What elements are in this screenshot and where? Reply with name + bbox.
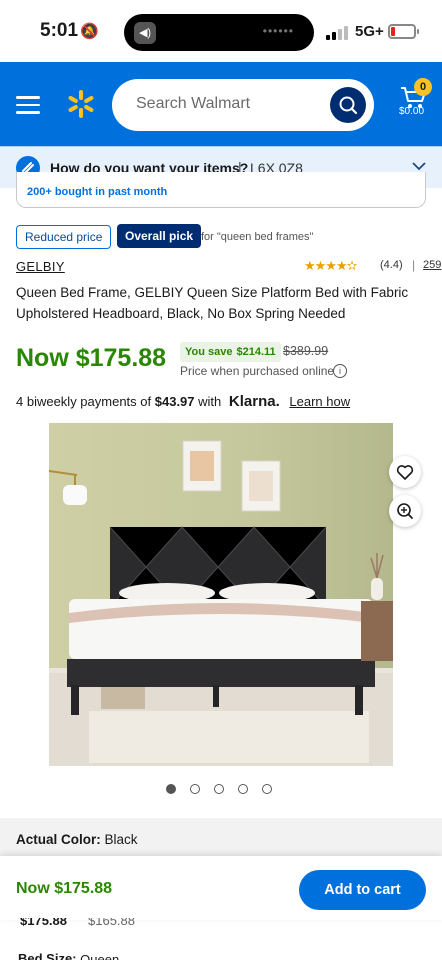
bed-size-value: Queen [80,952,120,960]
carousel-dot[interactable] [262,784,272,794]
price-note: Price when purchased online [180,364,335,378]
product-image[interactable] [49,423,393,766]
variant-price-peek: $175.88 $165.88 [20,918,440,932]
variant-price-b: $165.88 [88,918,135,928]
battery-icon [388,24,419,39]
zoom-in-icon [397,503,413,519]
klarna-with: with [198,394,222,409]
current-price: Now $175.88 [16,344,167,372]
add-to-cart-button[interactable]: Add to cart [299,870,426,910]
bottom-bar: Now $175.88 Add to cart [0,856,442,920]
walmart-spark-icon[interactable] [66,89,96,119]
search-placeholder: Search Walmart [136,95,251,112]
signal-icon [326,24,348,40]
speaker-icon: ◀) [134,22,156,44]
dynamic-island: ◀) •••••• [124,14,314,51]
variant-price-a: $175.88 [20,918,67,928]
product-title: Queen Bed Frame, GELBIY Queen Size Platf… [16,285,409,321]
info-icon[interactable]: i [333,364,347,378]
status-time: 5:01 [40,20,79,41]
klarna-prefix: 4 biweekly payments of [16,394,152,409]
chevron-down-icon[interactable] [412,161,426,171]
color-value: Black [104,832,138,847]
star-rating-icon: ★★★★✫ [304,258,358,273]
heart-icon [396,465,414,480]
carousel-dot[interactable] [214,784,224,794]
cart-button[interactable]: 0 $0.00 [394,78,434,120]
bed-size-peek: Bed Size: Queen [18,950,119,960]
reduced-price-badge: Reduced price [16,225,112,249]
color-label: Actual Color: [16,832,101,847]
status-bar: 5:01 🔕 ◀) •••••• 5G+ [0,0,442,62]
bought-text: 200+ bought in past month [27,186,168,198]
rating-value: (4.4) [380,259,403,271]
network-type: 5G+ [355,23,384,40]
search-button[interactable] [330,87,366,123]
klarna-financing: 4 biweekly payments of $43.97 with Klarn… [16,393,350,410]
carousel-dot[interactable] [190,784,200,794]
search-icon [339,96,358,115]
you-save-badge: You save $214.11 [180,342,281,362]
bottom-price: Now $175.88 [16,880,113,897]
carousel-dot[interactable] [166,784,176,794]
bought-in-past-month: 200+ bought in past month [16,172,426,208]
bell-muted-icon: 🔕 [80,23,99,40]
favorite-button[interactable] [389,456,421,488]
review-count-link[interactable]: 259 [423,259,441,271]
klarna-amount: $43.97 [154,394,195,409]
you-save-label: You save [185,346,233,358]
carousel-dot[interactable] [238,784,248,794]
learn-how-link[interactable]: Learn how [289,394,350,409]
you-save-amount: $214.11 [236,346,276,358]
rating-divider: | [412,258,416,272]
zoom-button[interactable] [389,495,421,527]
image-carousel-dots[interactable] [166,784,272,794]
overall-pick-badge: Overall pick [117,224,202,248]
search-input[interactable]: Search Walmart [112,79,374,131]
brand-link[interactable]: GELBIY [16,259,65,274]
bed-frame-photo [49,423,393,766]
cart-total: $0.00 [399,106,425,117]
dots-icon: •••••• [262,24,294,38]
menu-icon[interactable] [16,96,40,114]
overall-pick-context: for "queen bed frames" [201,231,314,243]
cart-count-badge: 0 [414,78,432,96]
klarna-logo: Klarna. [228,393,280,410]
was-price: $389.99 [283,344,329,358]
color-label-row: Actual Color: Black [16,832,138,847]
bed-size-row: Bed Size: Queen [18,951,119,960]
bed-size-label: Bed Size: [18,951,77,960]
